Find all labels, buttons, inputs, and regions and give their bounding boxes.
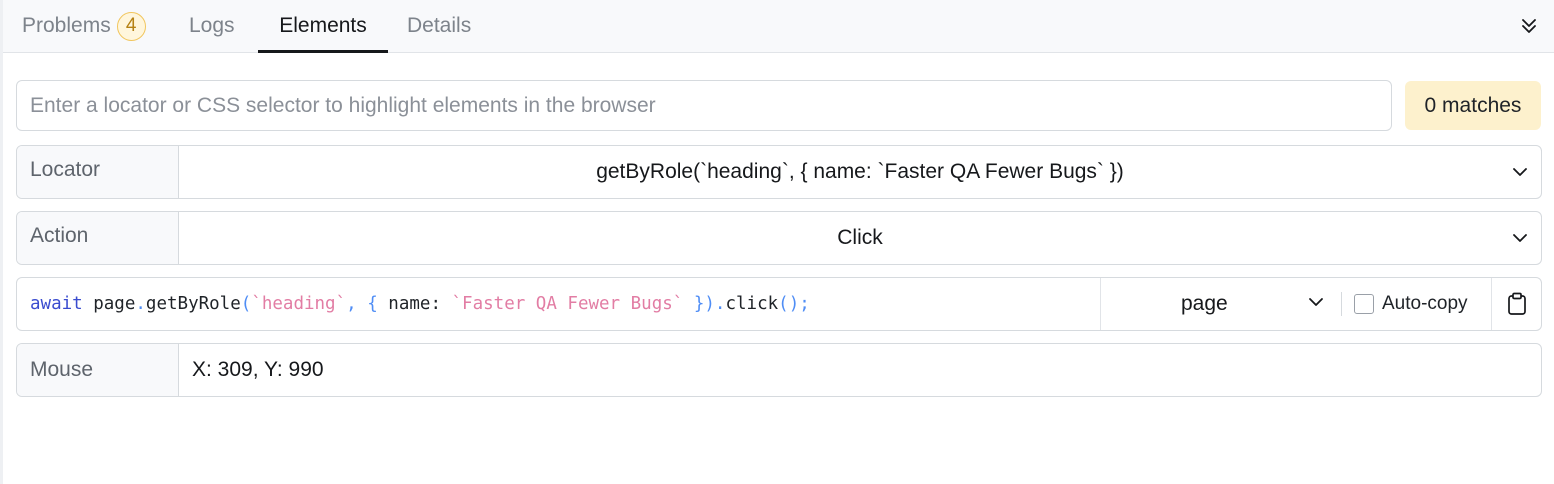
auto-copy-checkbox[interactable] (1354, 294, 1374, 314)
collapse-panel-button[interactable] (1517, 12, 1541, 40)
generated-code-row: await page. getByRole(`heading`, { name: … (16, 277, 1542, 331)
code-token: click (725, 294, 779, 314)
copy-to-clipboard-button[interactable] (1492, 278, 1541, 330)
action-row: Action Click (16, 211, 1542, 265)
code-token: await (30, 294, 83, 314)
code-token: `heading` (251, 294, 347, 314)
locator-select[interactable]: getByRole(`heading`, { name: `Faster QA … (179, 146, 1541, 198)
action-select[interactable]: Click (179, 212, 1541, 264)
tab-elements-label: Elements (279, 14, 367, 37)
chevrons-down-icon (1522, 19, 1536, 33)
action-row-label: Action (17, 212, 179, 264)
code-token: , { (346, 294, 389, 314)
code-token: . (714, 294, 726, 314)
tab-bar: Problems 4 Logs Elements Details (3, 0, 1554, 53)
auto-copy-toggle[interactable]: Auto-copy (1354, 278, 1468, 330)
clipboard-icon (1508, 292, 1526, 315)
locator-search-input[interactable] (16, 80, 1392, 131)
generated-code[interactable]: await page. getByRole(`heading`, { name: … (30, 278, 810, 330)
code-token: }) (683, 294, 715, 314)
tab-elements[interactable]: Elements (258, 0, 388, 53)
matches-count-badge: 0 matches (1405, 81, 1541, 130)
target-select-value: page (1181, 292, 1228, 315)
code-token: ( (240, 294, 252, 314)
action-select-value: Click (837, 226, 883, 249)
chevron-down-icon (1513, 234, 1527, 242)
target-select[interactable]: page (1101, 278, 1341, 330)
mouse-row: Mouse X: 309, Y: 990 (16, 343, 1542, 397)
tab-details[interactable]: Details (407, 0, 471, 52)
tab-problems-label: Problems (22, 14, 111, 37)
code-token: getByRole (145, 294, 241, 314)
code-token: `Faster QA Fewer Bugs` (451, 294, 684, 314)
chevron-down-icon (1309, 298, 1323, 306)
locator-row-label: Locator (17, 146, 179, 198)
tab-problems[interactable]: Problems 4 (22, 0, 146, 52)
tab-logs-label: Logs (189, 14, 235, 37)
locator-row: Locator getByRole(`heading`, { name: `Fa… (16, 145, 1542, 199)
code-token: : (430, 294, 452, 314)
locator-select-value: getByRole(`heading`, { name: `Faster QA … (596, 160, 1124, 183)
tab-details-label: Details (407, 14, 472, 37)
mouse-row-label: Mouse (17, 344, 179, 396)
code-token: (); (778, 294, 810, 314)
tab-logs[interactable]: Logs (189, 0, 235, 52)
mouse-coordinates: X: 309, Y: 990 (192, 358, 324, 381)
problems-count-badge: 4 (116, 11, 146, 41)
toolbar-separator (1341, 292, 1342, 316)
code-token: name (388, 294, 431, 314)
chevron-down-icon (1513, 168, 1527, 176)
auto-copy-label: Auto-copy (1382, 293, 1468, 314)
code-token: page (82, 294, 136, 314)
panel-left-edge (0, 0, 3, 484)
code-token: . (135, 294, 146, 314)
